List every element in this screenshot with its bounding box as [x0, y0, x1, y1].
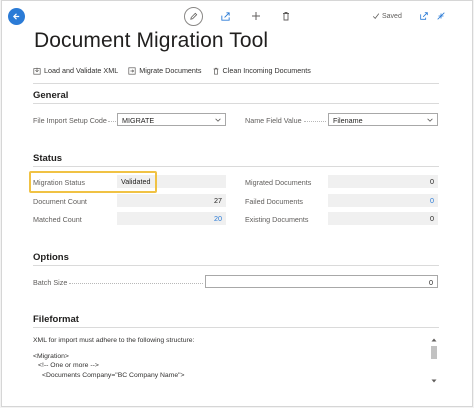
document-count-value: 27 — [214, 196, 222, 205]
section-title-status: Status — [33, 153, 63, 164]
back-button[interactable] — [8, 8, 25, 25]
section-title-general: General — [33, 90, 69, 101]
fileformat-line: <Documents Company="BC Company Name"> — [42, 371, 185, 379]
existing-documents-field: 0 — [328, 212, 438, 225]
dotted-leader — [69, 283, 203, 285]
chevron-down-icon — [215, 118, 221, 122]
migrated-documents-value: 0 — [430, 177, 434, 186]
divider — [33, 327, 439, 328]
trash-icon — [213, 67, 218, 75]
fileformat-scrollbar[interactable] — [430, 337, 438, 385]
load-validate-xml-label: Load and Validate XML — [44, 66, 119, 75]
fileformat-line: <!-- One or more --> — [38, 362, 99, 369]
saved-indicator: Saved — [372, 12, 402, 20]
scroll-up-icon[interactable] — [430, 337, 438, 343]
matched-count-label: Matched Count — [33, 215, 82, 224]
name-field-value-select[interactable]: Filename — [328, 113, 438, 126]
page-title: Document Migration Tool — [34, 29, 269, 52]
clean-incoming-documents-label: Clean Incoming Documents — [222, 66, 311, 75]
failed-documents-field[interactable]: 0 — [328, 194, 438, 207]
migrate-documents-action[interactable]: Migrate Documents — [128, 66, 202, 75]
action-bar: Load and Validate XML Migrate Documents … — [33, 66, 311, 75]
batch-size-input[interactable]: 0 — [205, 275, 438, 288]
file-import-setup-code-value: MIGRATE — [122, 116, 155, 125]
trash-icon — [283, 12, 289, 21]
edit-button[interactable] — [184, 7, 203, 26]
chevron-down-icon — [427, 118, 433, 122]
fileformat-line: XML for import must adhere to the follow… — [33, 337, 195, 344]
clean-incoming-documents-action[interactable]: Clean Incoming Documents — [212, 66, 311, 75]
collapse-button[interactable] — [434, 9, 448, 23]
migration-status-highlight — [29, 171, 157, 193]
matched-count-field[interactable]: 20 — [117, 212, 226, 225]
divider — [33, 166, 439, 167]
section-title-options: Options — [33, 252, 69, 263]
migrate-documents-label: Migrate Documents — [139, 66, 202, 75]
scrollbar-thumb[interactable] — [431, 346, 437, 359]
migrate-icon — [128, 66, 136, 75]
document-count-field: 27 — [117, 194, 226, 207]
document-count-label: Document Count — [33, 197, 87, 206]
migrated-documents-label: Migrated Documents — [245, 178, 312, 187]
dotted-leader — [108, 121, 116, 123]
new-button[interactable] — [249, 9, 263, 23]
open-new-window-icon — [420, 12, 428, 20]
collapse-icon — [437, 12, 445, 20]
name-field-value-value: Filename — [333, 116, 363, 125]
matched-count-value[interactable]: 20 — [214, 214, 222, 223]
page: Saved Document Migration Tool Load and V… — [1, 0, 473, 407]
divider — [33, 83, 439, 84]
file-import-setup-code-label: File Import Setup Code — [33, 116, 107, 125]
dotted-leader — [304, 121, 326, 123]
existing-documents-label: Existing Documents — [245, 215, 309, 224]
saved-label: Saved — [382, 12, 402, 20]
load-validate-xml-action[interactable]: Load and Validate XML — [33, 66, 118, 75]
fileformat-text: XML for import must adhere to the follow… — [33, 336, 439, 391]
load-icon — [33, 67, 41, 75]
failed-documents-value[interactable]: 0 — [430, 196, 434, 205]
scroll-down-icon[interactable] — [430, 378, 438, 384]
name-field-value-label: Name Field Value — [245, 116, 302, 125]
plus-icon — [252, 12, 260, 20]
file-import-setup-code-select[interactable]: MIGRATE — [117, 113, 226, 126]
batch-size-value: 0 — [429, 278, 433, 287]
divider — [33, 103, 439, 104]
failed-documents-label: Failed Documents — [245, 197, 303, 206]
migrated-documents-field: 0 — [328, 175, 438, 188]
section-title-fileformat: Fileformat — [33, 314, 79, 325]
fileformat-line: <Migration> — [33, 352, 69, 360]
existing-documents-value: 0 — [430, 214, 434, 223]
delete-button[interactable] — [279, 9, 293, 23]
back-arrow-icon — [12, 13, 20, 20]
batch-size-label: Batch Size — [33, 278, 68, 287]
divider — [33, 265, 439, 266]
open-new-window-button[interactable] — [417, 9, 431, 23]
check-icon — [372, 13, 380, 20]
share-button[interactable] — [218, 9, 232, 23]
pencil-icon — [190, 12, 198, 20]
share-icon — [220, 11, 230, 21]
